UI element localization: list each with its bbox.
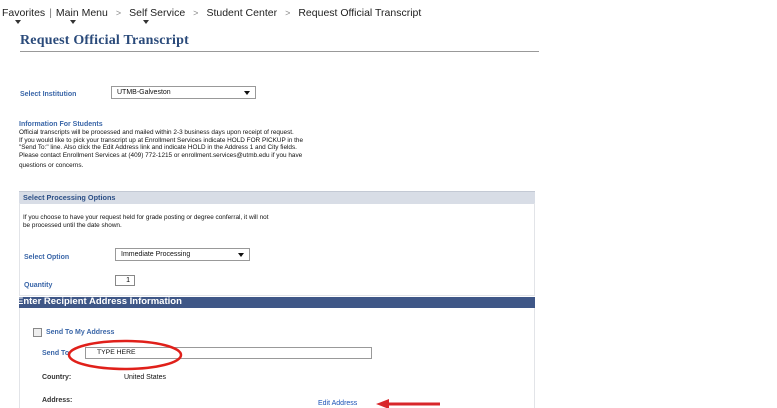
- red-circle-annotation: [67, 339, 183, 371]
- red-arrow-annotation: [376, 399, 440, 408]
- annotation-overlay: [67, 339, 440, 408]
